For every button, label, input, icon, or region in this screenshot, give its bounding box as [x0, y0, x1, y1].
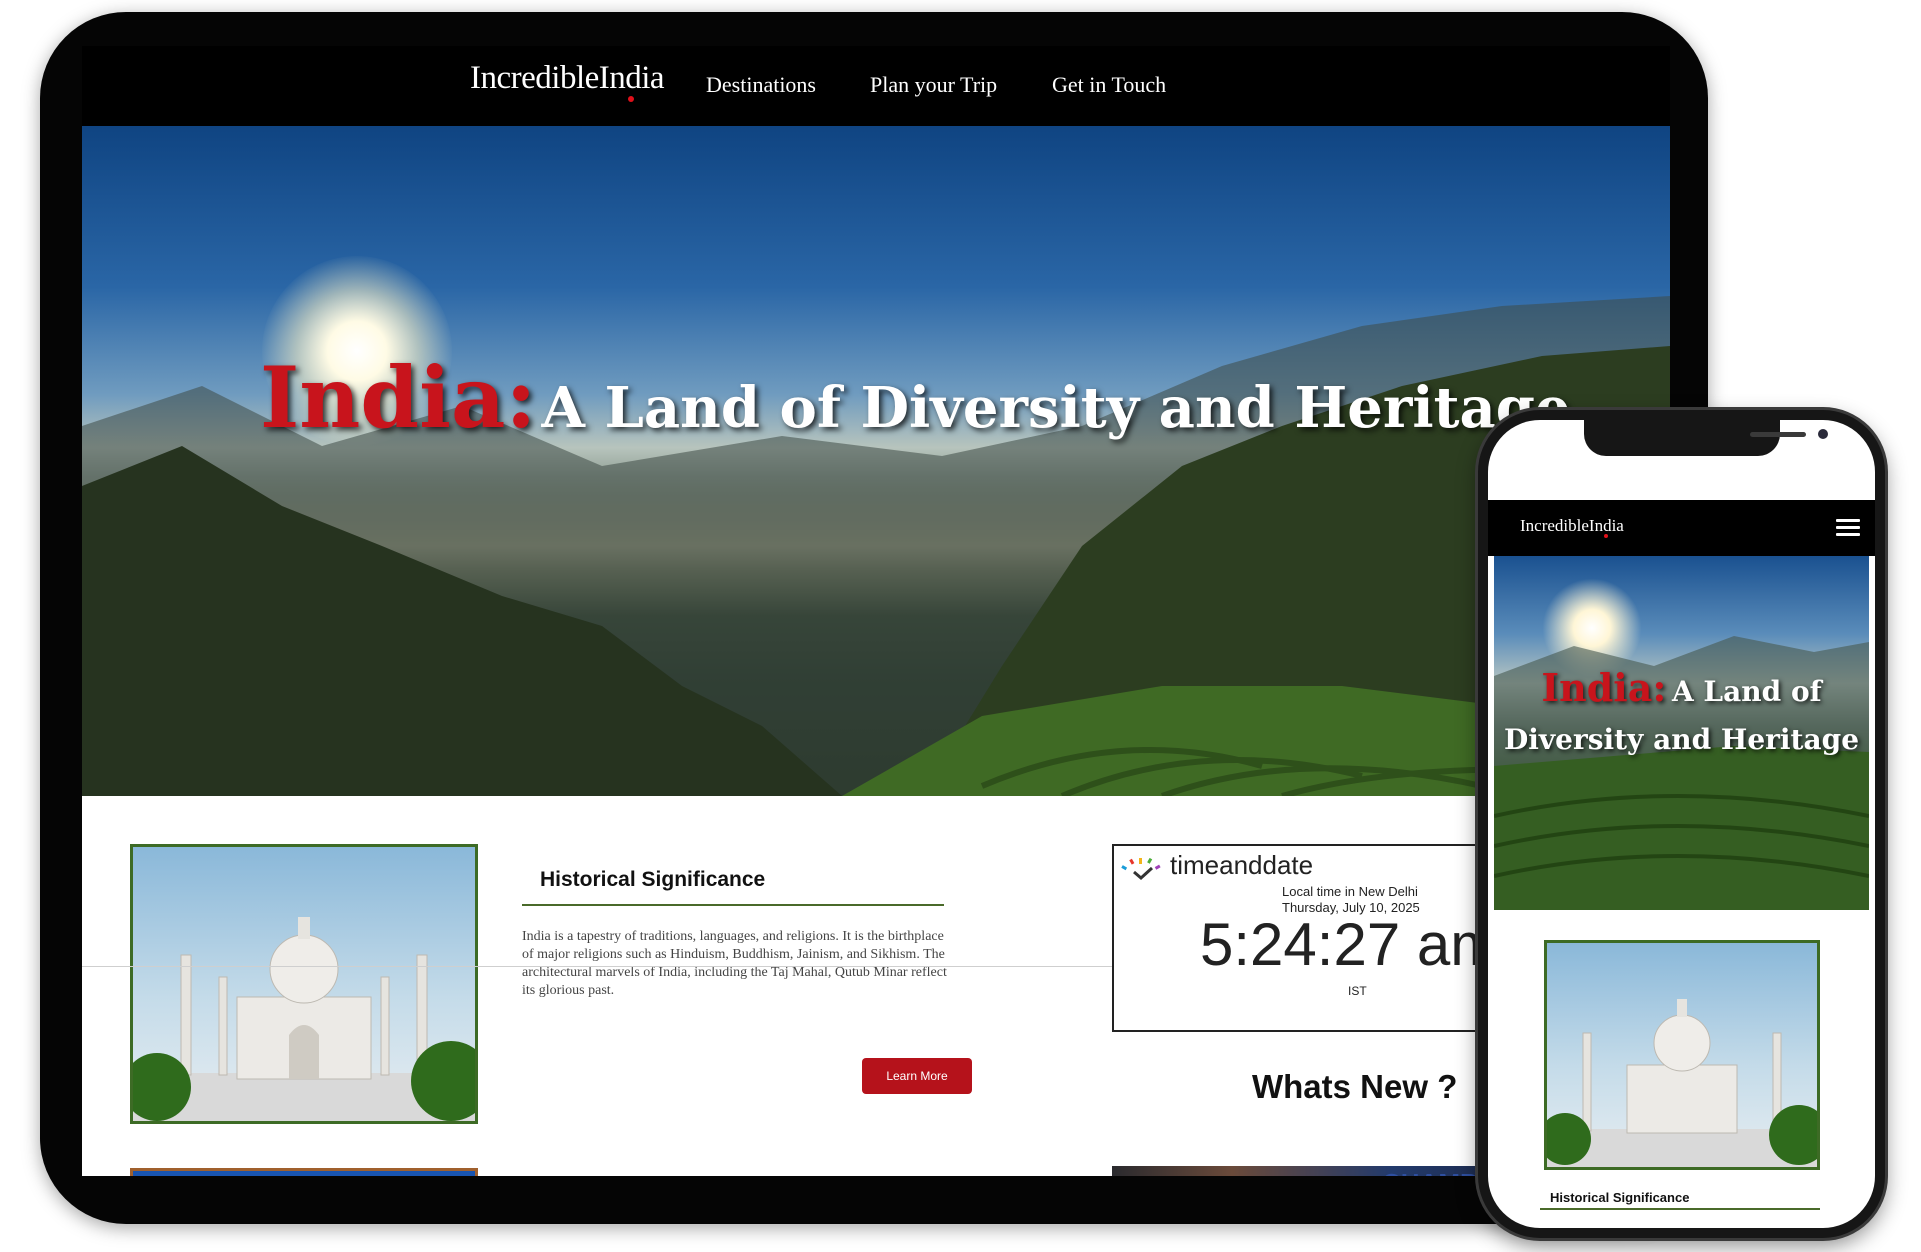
hero-title: India: A Land of Diversity and Heritage: [260, 348, 1571, 447]
taj-mahal-image: [130, 844, 478, 1124]
mobile-site-logo[interactable]: IncredibleIndia: [1520, 516, 1624, 536]
time-widget[interactable]: timeanddate Local time in New Delhi Thur…: [1112, 844, 1516, 1032]
hero-title-accent: India:: [260, 348, 537, 447]
taj-mahal-illustration: [133, 917, 475, 1121]
speaker-icon: [1750, 432, 1806, 437]
mobile-hero-banner: India: A Land of Diversity and Heritage: [1494, 556, 1869, 910]
logo-text-india: India: [598, 60, 665, 96]
mobile-logo-text-india: India: [1588, 516, 1624, 535]
phone-device: IncredibleIndia India: A Land of Diversi…: [1478, 410, 1885, 1238]
hero-landscape-illustration: [82, 296, 1670, 796]
mobile-taj-mahal-image: [1544, 940, 1820, 1170]
section-body: India is a tapestry of traditions, langu…: [522, 929, 947, 998]
section-divider: [522, 904, 944, 906]
nav-link-get-in-touch[interactable]: Get in Touch: [1052, 72, 1166, 98]
whats-new-heading: Whats New ?: [1252, 1068, 1458, 1105]
hero-title-rest: A Land of Diversity and Heritage: [541, 375, 1571, 441]
nav-link-plan-your-trip[interactable]: Plan your Trip: [870, 72, 997, 98]
mobile-logo-text-incredible: Incredible: [1520, 516, 1589, 535]
phone-notch: [1584, 420, 1828, 456]
news-thumbnail-text: CHAMPI: [1382, 1168, 1485, 1176]
mobile-section-title: Historical Significance: [1550, 1190, 1690, 1205]
logo-text-incredible: Incredible: [470, 60, 599, 96]
clock-location: Local time in New Delhi: [1282, 884, 1418, 899]
top-navbar: IncredibleIndia Destinations Plan your T…: [82, 46, 1670, 126]
camera-icon: [1818, 429, 1828, 439]
mobile-taj-mahal-illustration: [1547, 999, 1817, 1167]
hamburger-menu-icon[interactable]: [1836, 519, 1860, 539]
mobile-hero-title: India: A Land of Diversity and Heritage: [1494, 666, 1869, 766]
secondary-card-image: [130, 1168, 478, 1176]
clock-timezone: IST: [1348, 984, 1367, 998]
learn-more-button[interactable]: Learn More: [862, 1058, 972, 1094]
timeanddate-brand: timeanddate: [1170, 850, 1314, 880]
nav-link-destinations[interactable]: Destinations: [706, 72, 816, 98]
section-title: Historical Significance: [540, 868, 766, 891]
main-content: Historical Significance India is a tapes…: [82, 796, 1670, 1176]
timeanddate-logo-icon: [1121, 857, 1161, 880]
site-logo[interactable]: IncredibleIndia: [470, 60, 665, 97]
clock-time: 5:24:27 am: [1200, 911, 1501, 978]
mobile-section-divider: [1540, 1208, 1820, 1210]
hero-banner: India: A Land of Diversity and Heritage: [82, 126, 1670, 796]
tablet-screen: IncredibleIndia Destinations Plan your T…: [82, 46, 1670, 1176]
phone-screen: IncredibleIndia India: A Land of Diversi…: [1488, 420, 1875, 1228]
tablet-device: IncredibleIndia Destinations Plan your T…: [40, 12, 1708, 1224]
mobile-hero-title-accent: India:: [1541, 665, 1667, 710]
